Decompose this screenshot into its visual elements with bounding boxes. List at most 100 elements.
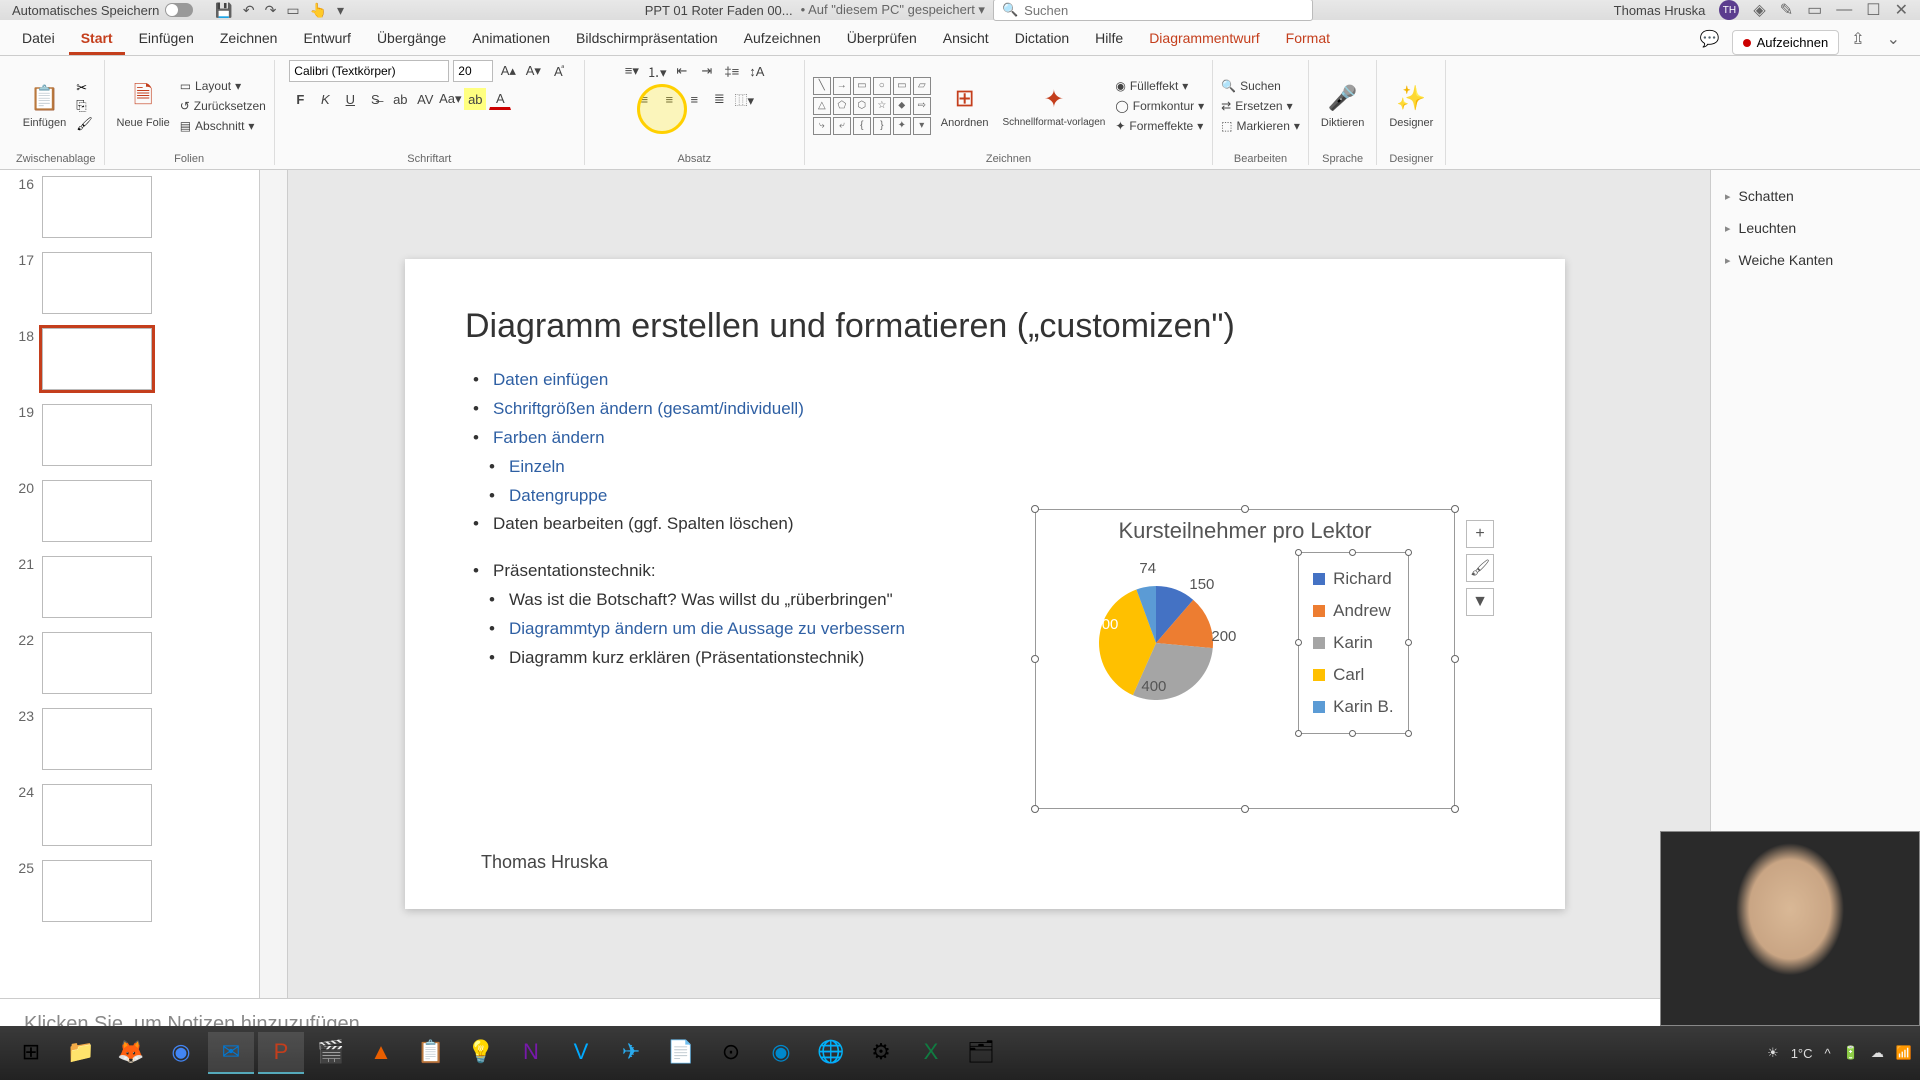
replace-button[interactable]: ⇄ Ersetzen ▾ <box>1221 97 1300 115</box>
outdent-icon[interactable]: ⇤ <box>671 60 693 82</box>
thumbnail-25[interactable]: 25 <box>10 860 249 922</box>
italic-button[interactable]: K <box>314 88 336 110</box>
tab-bildschirmpräsentation[interactable]: Bildschirmpräsentation <box>564 24 730 55</box>
tab-einfügen[interactable]: Einfügen <box>127 24 206 55</box>
tab-datei[interactable]: Datei <box>10 24 67 55</box>
redo-icon[interactable]: ↷ <box>265 2 277 19</box>
chart-legend[interactable]: RichardAndrewKarinCarlKarin B. <box>1298 552 1408 734</box>
search-input[interactable] <box>1024 3 1304 18</box>
case-button[interactable]: Aa▾ <box>439 88 461 110</box>
spacing-button[interactable]: AV <box>414 88 436 110</box>
legend-item[interactable]: Karin <box>1313 627 1393 659</box>
firefox-icon[interactable]: 🦊 <box>108 1032 154 1074</box>
align-center-icon[interactable]: ≡ <box>658 88 680 110</box>
tab-zeichnen[interactable]: Zeichnen <box>208 24 290 55</box>
weather-icon[interactable]: ☀ <box>1767 1045 1779 1061</box>
telegram-icon[interactable]: ✈ <box>608 1032 654 1074</box>
thumbnail-24[interactable]: 24 <box>10 784 249 846</box>
align-right-icon[interactable]: ≡ <box>683 88 705 110</box>
slide-editor[interactable]: Diagramm erstellen und formatieren („cus… <box>260 170 1710 998</box>
more-icon[interactable]: ▾ <box>337 2 344 19</box>
minimize-icon[interactable]: — <box>1836 1 1852 19</box>
bullet[interactable]: Farben ändern <box>465 424 1505 453</box>
app-icon[interactable]: ⊙ <box>708 1032 754 1074</box>
touch-icon[interactable]: 👆 <box>310 2 327 19</box>
new-slide-button[interactable]: 🗎Neue Folie <box>113 81 174 131</box>
reset-button[interactable]: ↺ Zurücksetzen <box>180 97 266 115</box>
tab-start[interactable]: Start <box>69 24 125 55</box>
chevron-up-icon[interactable]: ^ <box>1825 1046 1831 1061</box>
highlight-button[interactable]: ab <box>464 88 486 110</box>
pane-schatten[interactable]: Schatten <box>1725 180 1906 212</box>
chart-object[interactable]: Kursteilnehmer pro Lektor 74 150 200 400… <box>1035 509 1455 809</box>
paste-button[interactable]: 📋Einfügen <box>19 81 70 131</box>
chart-elements-icon[interactable]: + <box>1466 520 1494 548</box>
section-button[interactable]: ▤ Abschnitt ▾ <box>180 117 266 135</box>
maximize-icon[interactable]: ☐ <box>1866 0 1880 20</box>
underline-button[interactable]: U <box>339 88 361 110</box>
indent-icon[interactable]: ⇥ <box>696 60 718 82</box>
system-tray[interactable]: ☀ 1°C ^ 🔋 ☁ 📶 <box>1767 1045 1912 1061</box>
app-icon[interactable]: 🌐 <box>808 1032 854 1074</box>
chevron-icon[interactable]: ⌄ <box>1877 23 1910 55</box>
saved-location[interactable]: • Auf "diesem PC" gespeichert ▾ <box>801 2 985 18</box>
tab-entwurf[interactable]: Entwurf <box>291 24 362 55</box>
user-name[interactable]: Thomas Hruska <box>1614 3 1706 18</box>
window-icon[interactable]: ▭ <box>1807 0 1822 20</box>
clear-format-icon[interactable]: Aⷶ <box>547 60 569 82</box>
app-icon[interactable]: ◉ <box>758 1032 804 1074</box>
tab-übergänge[interactable]: Übergänge <box>365 24 458 55</box>
cloud-icon[interactable]: ☁ <box>1871 1045 1884 1061</box>
shapes-gallery[interactable]: ╲→▭○▭▱ △⬠⬡☆⬥⇨ ⤷⤶{}✦▾ <box>813 77 931 135</box>
record-button[interactable]: Aufzeichnen <box>1732 30 1840 55</box>
app-icon[interactable]: V <box>558 1032 604 1074</box>
legend-item[interactable]: Richard <box>1313 563 1393 595</box>
tab-überprüfen[interactable]: Überprüfen <box>835 24 929 55</box>
vlc-icon[interactable]: ▲ <box>358 1032 404 1074</box>
thumbnail-23[interactable]: 23 <box>10 708 249 770</box>
font-name-input[interactable] <box>289 60 449 82</box>
pen-icon[interactable]: ✎ <box>1780 0 1793 20</box>
bullet[interactable]: Daten einfügen <box>465 366 1505 395</box>
linespace-icon[interactable]: ‡≡ <box>721 60 743 82</box>
explorer-icon[interactable]: 📁 <box>58 1032 104 1074</box>
justify-icon[interactable]: ≣ <box>708 88 730 110</box>
excel-icon[interactable]: X <box>908 1032 954 1074</box>
shadow-button[interactable]: ab <box>389 88 411 110</box>
layout-button[interactable]: ▭ Layout ▾ <box>180 77 266 95</box>
pane-leuchten[interactable]: Leuchten <box>1725 212 1906 244</box>
thumbnail-19[interactable]: 19 <box>10 404 249 466</box>
outlook-icon[interactable]: ✉ <box>208 1032 254 1074</box>
bullet[interactable]: Einzeln <box>465 453 1505 482</box>
arrange-button[interactable]: ⊞Anordnen <box>937 81 993 131</box>
font-size-input[interactable] <box>453 60 493 82</box>
undo-icon[interactable]: ↶ <box>243 2 255 19</box>
close-icon[interactable]: ✕ <box>1895 0 1908 20</box>
grow-font-icon[interactable]: A▴ <box>497 60 519 82</box>
legend-item[interactable]: Andrew <box>1313 595 1393 627</box>
taskbar[interactable]: ⊞ 📁 🦊 ◉ ✉ P 🎬 ▲ 📋 💡 N V ✈ 📄 ⊙ ◉ 🌐 ⚙ X 🗂 … <box>0 1026 1920 1080</box>
legend-item[interactable]: Karin B. <box>1313 691 1393 723</box>
thumbnail-21[interactable]: 21 <box>10 556 249 618</box>
slide-thumbnails[interactable]: 16171819202122232425 <box>0 170 260 998</box>
format-painter-icon[interactable]: 🖌 <box>76 116 93 132</box>
shrink-font-icon[interactable]: A▾ <box>522 60 544 82</box>
power-icon[interactable]: 🔋 <box>1843 1045 1859 1061</box>
app-icon[interactable]: 🗂 <box>958 1032 1004 1074</box>
cut-icon[interactable]: ✂ <box>76 80 93 96</box>
search-box[interactable]: 🔍 <box>993 0 1313 21</box>
select-button[interactable]: ⬚ Markieren ▾ <box>1221 117 1300 135</box>
share-icon[interactable]: ⇫ <box>1841 23 1874 55</box>
diamond-icon[interactable]: ◈ <box>1753 0 1765 20</box>
tab-ansicht[interactable]: Ansicht <box>931 24 1001 55</box>
columns-icon[interactable]: ⿲▾ <box>733 88 755 110</box>
chart-styles-icon[interactable]: 🖌 <box>1466 554 1494 582</box>
tab-aufzeichnen[interactable]: Aufzeichnen <box>732 24 833 55</box>
slide-title[interactable]: Diagramm erstellen und formatieren („cus… <box>465 307 1505 346</box>
pane-weiche kanten[interactable]: Weiche Kanten <box>1725 244 1906 276</box>
align-left-icon[interactable]: ≡ <box>633 88 655 110</box>
tab-format[interactable]: Format <box>1274 24 1342 55</box>
copy-icon[interactable]: ⎘ <box>76 98 93 114</box>
tab-hilfe[interactable]: Hilfe <box>1083 24 1135 55</box>
tab-dictation[interactable]: Dictation <box>1003 24 1081 55</box>
